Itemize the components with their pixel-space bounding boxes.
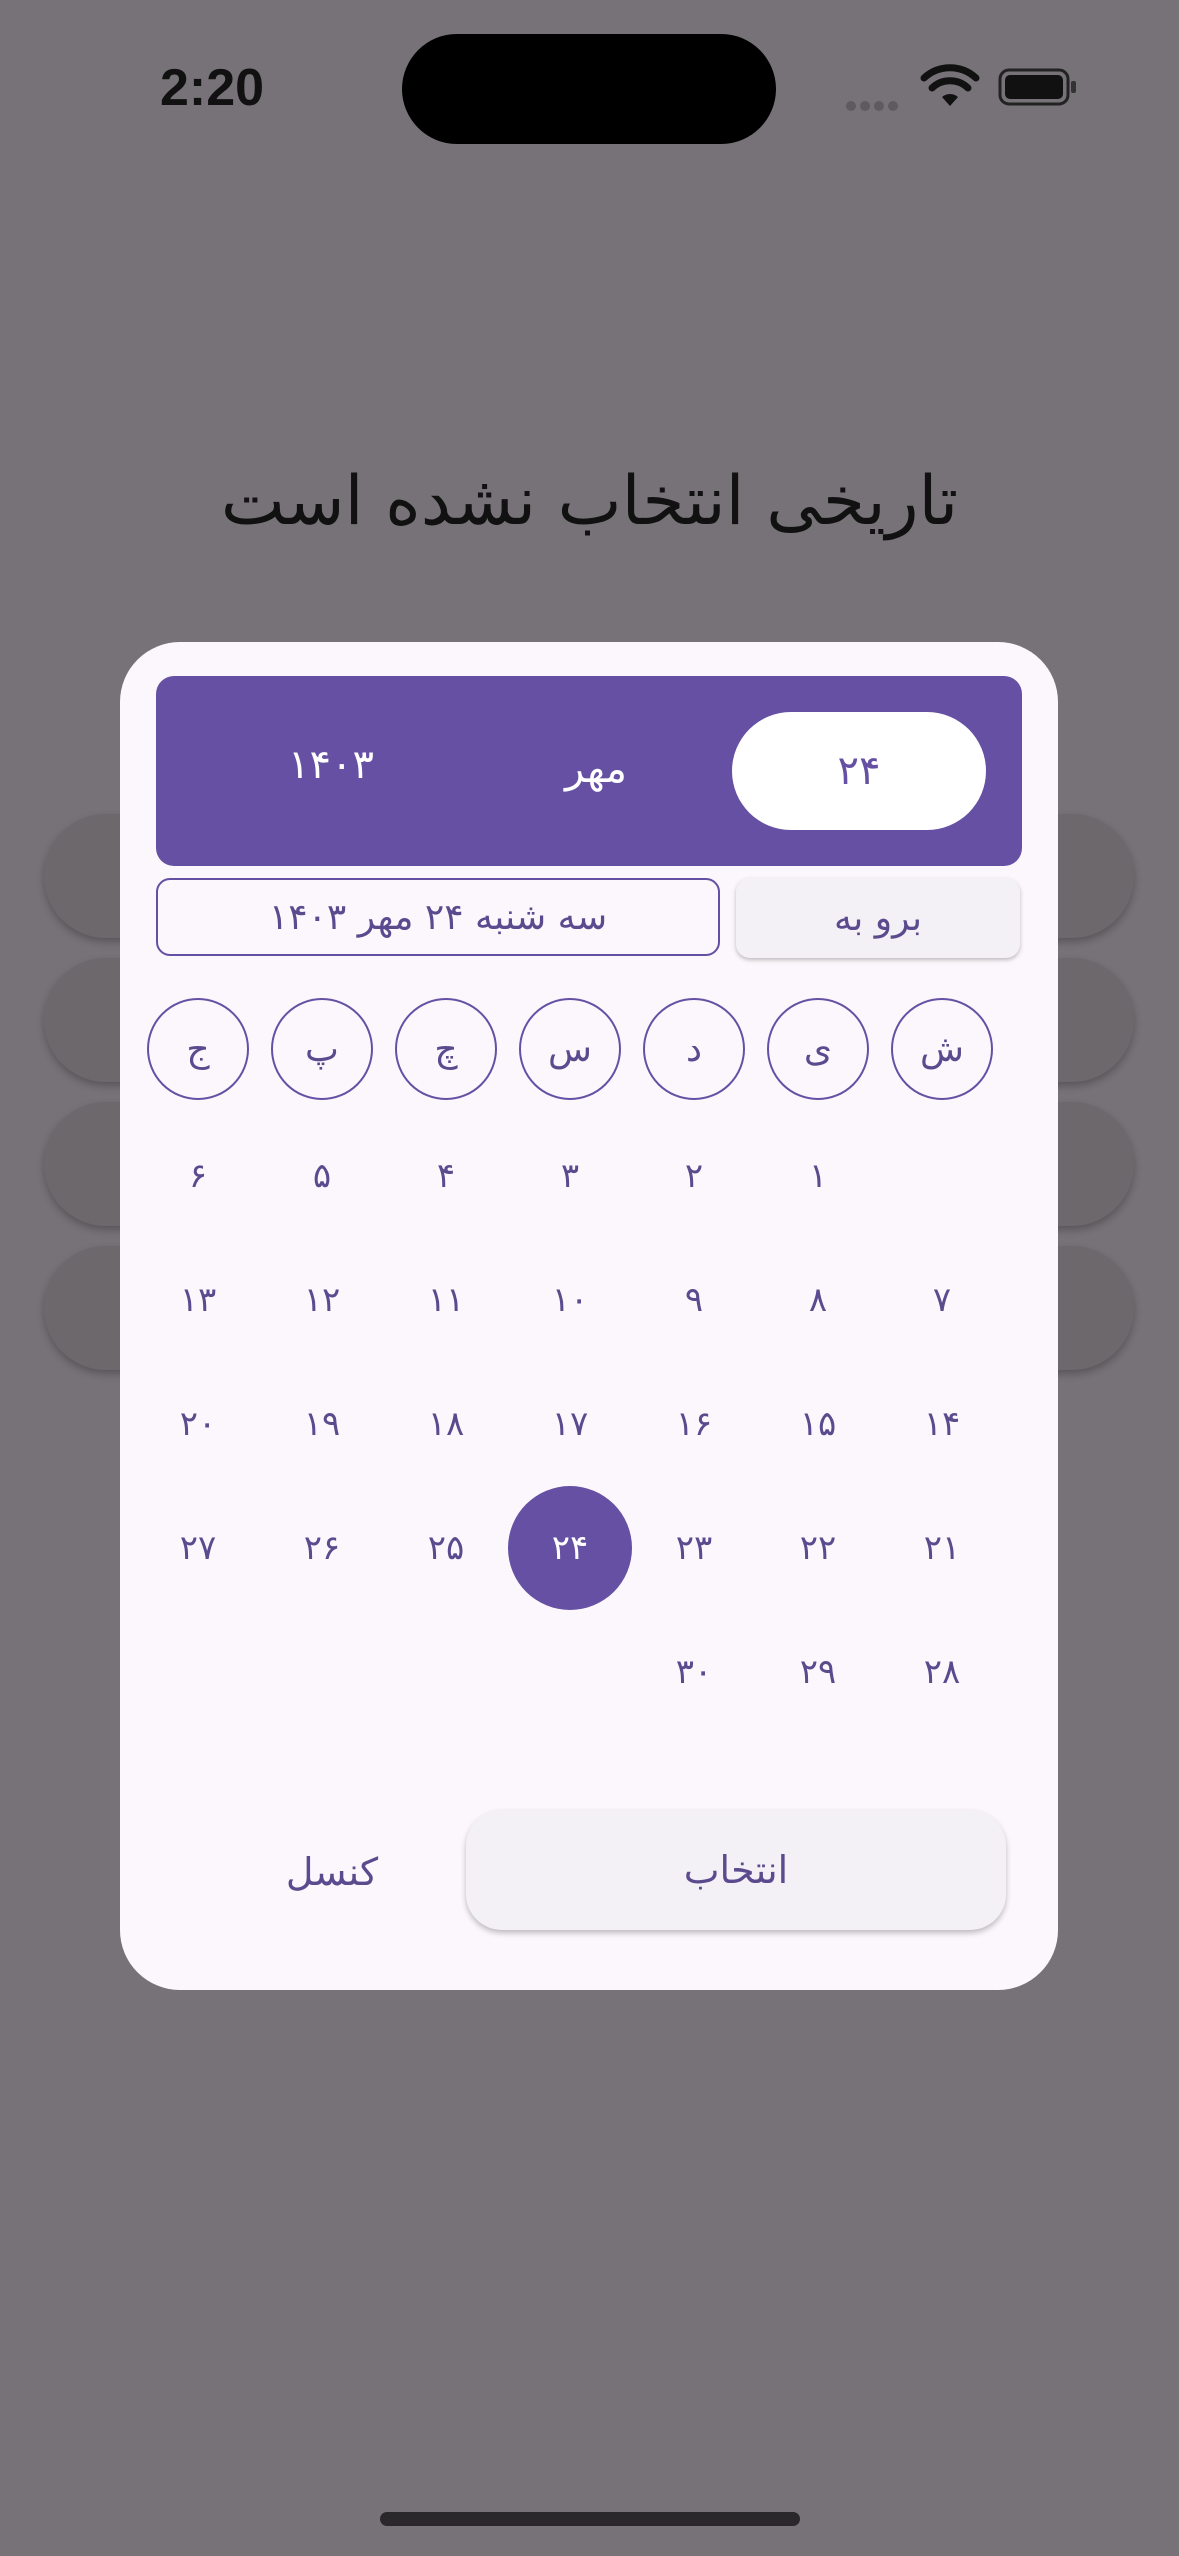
date-picker-dialog: ۱۴۰۳ مهر ۲۴ سه شنبه ۲۴ مهر ۱۴۰۳ برو به ش… — [120, 642, 1058, 1990]
selected-date-field[interactable]: سه شنبه ۲۴ مهر ۱۴۰۳ — [156, 878, 720, 956]
weekday-label: ج — [147, 998, 249, 1100]
weekday-label: س — [519, 998, 621, 1100]
day-cell[interactable]: ۱ — [756, 1114, 880, 1238]
day-cell[interactable]: ۲۷ — [136, 1486, 260, 1610]
dynamic-island — [402, 34, 776, 144]
day-cell[interactable]: ۶ — [136, 1114, 260, 1238]
battery-icon — [998, 68, 1076, 106]
day-cell[interactable]: ۳۰ — [632, 1610, 756, 1734]
day-cell[interactable]: ۱۷ — [508, 1362, 632, 1486]
day-cell[interactable]: ۸ — [756, 1238, 880, 1362]
page-title: تاریخی انتخاب نشده است — [220, 462, 959, 541]
day-cell[interactable]: ۲۰ — [136, 1362, 260, 1486]
day-cell[interactable]: ۹ — [632, 1238, 756, 1362]
status-time: 2:20 — [160, 59, 265, 117]
day-cell[interactable]: ۱۰ — [508, 1238, 632, 1362]
day-cell[interactable]: ۱۳ — [136, 1238, 260, 1362]
day-cell[interactable]: ۱۱ — [384, 1238, 508, 1362]
day-cell[interactable]: ۱۸ — [384, 1362, 508, 1486]
day-cell[interactable]: ۲ — [632, 1114, 756, 1238]
day-cell[interactable]: ۲۹ — [756, 1610, 880, 1734]
weekday-label: چ — [395, 998, 497, 1100]
year-selector[interactable]: ۱۴۰۳ — [246, 742, 416, 788]
weekday-label: پ — [271, 998, 373, 1100]
day-cell[interactable]: ۲۶ — [260, 1486, 384, 1610]
day-cell[interactable]: ۱۴ — [880, 1362, 1004, 1486]
day-selector[interactable]: ۲۴ — [732, 712, 986, 830]
month-selector[interactable]: مهر — [526, 746, 666, 792]
day-cell[interactable]: ۴ — [384, 1114, 508, 1238]
day-cell[interactable]: ۳ — [508, 1114, 632, 1238]
date-picker-header: ۱۴۰۳ مهر ۲۴ — [156, 676, 1022, 866]
weekday-label: د — [643, 998, 745, 1100]
weekday-label: ی — [767, 998, 869, 1100]
day-cell[interactable]: ۵ — [260, 1114, 384, 1238]
day-cell[interactable]: ۲۱ — [880, 1486, 1004, 1610]
day-cell[interactable]: ۱۵ — [756, 1362, 880, 1486]
cancel-button[interactable]: کنسل — [238, 1842, 426, 1902]
day-cell[interactable]: ۲۲ — [756, 1486, 880, 1610]
signal-dots-icon — [846, 96, 902, 115]
day-cell[interactable]: ۲۸ — [880, 1610, 1004, 1734]
day-cell-selected[interactable]: ۲۴ — [508, 1486, 632, 1610]
day-cell[interactable]: ۱۹ — [260, 1362, 384, 1486]
goto-button[interactable]: برو به — [736, 878, 1020, 958]
day-cell[interactable]: ۱۶ — [632, 1362, 756, 1486]
day-cell[interactable]: ۷ — [880, 1238, 1004, 1362]
weekday-label: ش — [891, 998, 993, 1100]
day-cell[interactable]: ۲۵ — [384, 1486, 508, 1610]
select-button[interactable]: انتخاب — [466, 1810, 1006, 1930]
day-cell[interactable]: ۲۳ — [632, 1486, 756, 1610]
wifi-icon — [920, 64, 980, 106]
day-cell[interactable]: ۱۲ — [260, 1238, 384, 1362]
home-indicator — [380, 2512, 800, 2526]
